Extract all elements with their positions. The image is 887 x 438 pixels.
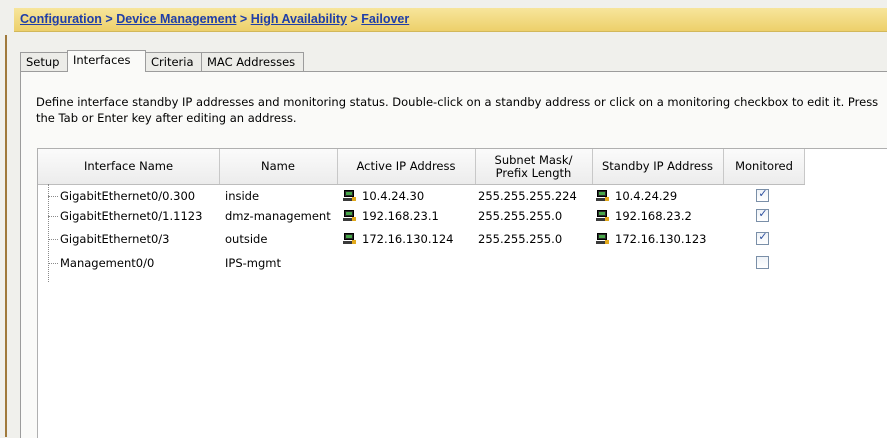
interface-name-cell: GigabitEthernet0/0.300 — [60, 189, 196, 203]
subnet-mask-cell: 255.255.255.0 — [478, 232, 563, 246]
standby-ip-value[interactable]: 10.4.24.29 — [615, 189, 677, 203]
tab-interfaces[interactable]: Interfaces — [67, 50, 146, 72]
breadcrumb-bar: Configuration > Device Management > High… — [14, 8, 887, 32]
column-header-active-ip[interactable]: Active IP Address — [337, 149, 475, 184]
column-header-name[interactable]: Name — [219, 149, 337, 184]
standby-ip-cell[interactable]: 10.4.24.29 — [596, 186, 677, 206]
network-host-icon — [596, 233, 609, 245]
active-ip-value: 192.168.23.1 — [362, 209, 439, 223]
standby-ip-cell[interactable]: 192.168.23.2 — [596, 206, 692, 226]
name-cell: outside — [225, 232, 268, 246]
monitored-checkbox[interactable]: ✓ — [756, 230, 769, 245]
table-row[interactable]: GigabitEthernet0/3 outside 172.16.130.12… — [38, 229, 805, 249]
subnet-mask-cell: 255.255.255.0 — [478, 209, 563, 223]
active-ip-value: 172.16.130.124 — [362, 232, 454, 246]
column-header-standby-ip[interactable]: Standby IP Address — [592, 149, 723, 184]
tab-mac-addresses[interactable]: MAC Addresses — [201, 52, 304, 71]
network-host-icon — [343, 233, 356, 245]
active-ip-cell: 172.16.130.124 — [343, 229, 453, 249]
interface-name-cell: GigabitEthernet0/3 — [60, 232, 170, 246]
column-divider — [592, 149, 593, 184]
breadcrumb-high-availability[interactable]: High Availability — [251, 12, 347, 26]
standby-ip-value[interactable]: 172.16.130.123 — [615, 232, 706, 246]
tree-branch-line — [48, 239, 58, 240]
active-ip-cell: 10.4.24.30 — [343, 186, 424, 206]
left-border-line — [5, 35, 7, 437]
description-text: Define interface standby IP addresses an… — [36, 95, 879, 125]
breadcrumb-failover[interactable]: Failover — [361, 12, 409, 26]
column-divider — [337, 149, 338, 184]
tree-branch-line — [48, 216, 58, 217]
table-row[interactable]: Management0/0 IPS-mgmt — [38, 253, 805, 273]
network-host-icon — [596, 210, 609, 222]
breadcrumb-separator: > — [239, 12, 248, 26]
tab-setup[interactable]: Setup — [20, 52, 68, 71]
checkmark-icon: ✓ — [758, 230, 768, 243]
monitored-checkbox[interactable] — [756, 256, 769, 269]
subnet-mask-cell: 255.255.255.224 — [478, 189, 577, 203]
tab-criteria[interactable]: Criteria — [145, 52, 202, 71]
monitored-checkbox[interactable]: ✓ — [756, 207, 769, 222]
checkmark-icon: ✓ — [758, 207, 768, 220]
interface-name-cell: GigabitEthernet0/1.1123 — [60, 209, 203, 223]
column-header-monitored[interactable]: Monitored — [723, 149, 805, 184]
active-ip-value: 10.4.24.30 — [362, 189, 425, 203]
column-header-subnet-mask[interactable]: Subnet Mask/ Prefix Length — [475, 149, 592, 184]
name-cell: inside — [225, 189, 260, 203]
tree-branch-line — [48, 196, 58, 197]
table-row[interactable]: GigabitEthernet0/0.300 inside 10.4.24.30… — [38, 186, 805, 206]
name-cell: dmz-management — [225, 209, 331, 223]
network-host-icon — [343, 210, 356, 222]
interface-name-cell: Management0/0 — [60, 256, 155, 270]
network-host-icon — [343, 190, 356, 202]
monitored-checkbox[interactable]: ✓ — [756, 187, 769, 202]
breadcrumb-device-management[interactable]: Device Management — [116, 12, 236, 26]
tree-branch-line — [48, 263, 58, 264]
network-host-icon — [596, 190, 609, 202]
column-divider — [475, 149, 476, 184]
column-divider — [804, 149, 805, 184]
table-row[interactable]: GigabitEthernet0/1.1123 dmz-management 1… — [38, 206, 805, 226]
breadcrumb-separator: > — [350, 12, 358, 26]
table-header: Interface Name Name Active IP Address Su… — [38, 149, 805, 185]
column-header-interface-name[interactable]: Interface Name — [38, 149, 219, 184]
standby-ip-cell[interactable]: 172.16.130.123 — [596, 229, 706, 249]
breadcrumb-configuration[interactable]: Configuration — [20, 12, 102, 26]
breadcrumb-separator: > — [105, 12, 113, 26]
name-cell: IPS-mgmt — [225, 256, 281, 270]
active-ip-cell: 192.168.23.1 — [343, 206, 439, 226]
checkmark-icon: ✓ — [758, 187, 768, 200]
column-divider — [219, 149, 220, 184]
interfaces-table: Interface Name Name Active IP Address Su… — [37, 148, 887, 438]
standby-ip-value[interactable]: 192.168.23.2 — [615, 209, 692, 223]
column-divider — [723, 149, 724, 184]
breadcrumb: Configuration > Device Management > High… — [20, 12, 409, 26]
